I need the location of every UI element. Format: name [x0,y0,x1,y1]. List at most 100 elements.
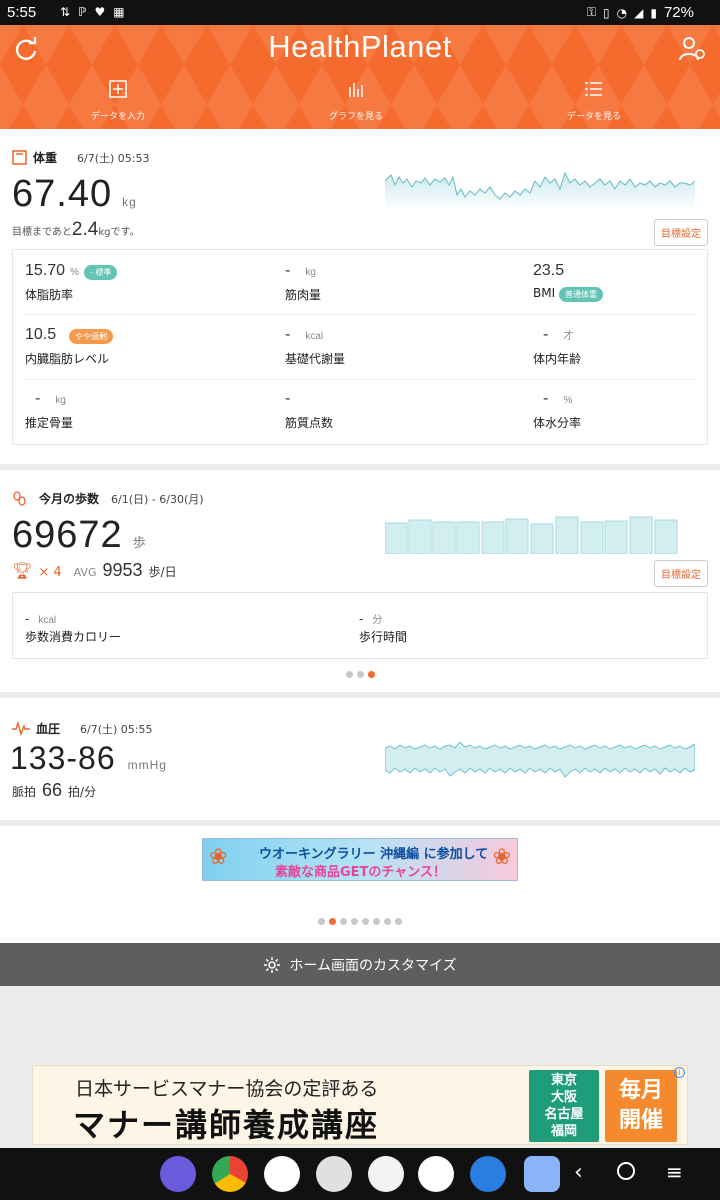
pulse-readout: 脈拍 66 拍/分 [12,780,97,800]
blood-pressure-title: 血圧 [36,722,61,736]
footprint-icon [13,491,26,506]
customize-home-button[interactable]: ホーム画面のカスタマイズ [0,943,720,986]
apps-drawer-icon[interactable] [524,1156,560,1192]
blood-pressure-sparkline[interactable] [385,742,695,782]
pager-dot[interactable] [395,918,402,925]
nav-input-data[interactable]: データを入力 [38,80,198,123]
pager-dot[interactable] [362,918,369,925]
blood-pressure-date: 6/7(土) 05:55 [80,722,153,736]
weight-title: 体重 [33,151,58,165]
body-water-metric[interactable]: -% 体水分率 [533,390,581,431]
pager-dot[interactable] [318,918,325,925]
recents-icon[interactable]: ≡ [666,1160,683,1184]
blood-pressure-value: 133-86 mmHg [10,740,167,776]
pager-dot-active[interactable] [329,918,336,925]
heartbeat-icon [12,721,30,736]
steps-unit: 歩 [132,535,147,550]
weight-card[interactable]: 体重 6/7(土) 05:53 67.40 kg 目標まであと2.4kgです。 目… [0,129,720,464]
nav-graph-label: グラフを見る [328,112,383,122]
chrome-app-icon[interactable] [212,1156,248,1192]
weight-unit: kg [122,195,137,209]
status-bar: 5:55 ⇅ ℙ ♥ ▦ ⚿ ▯ ◔ ◢ ▮ 72% [0,0,720,25]
signal-icon: ◢ [634,5,644,20]
pulse-value: 66 [42,780,63,800]
back-icon[interactable]: ‹ [574,1160,583,1185]
standard-badge: - 標準 [83,265,118,280]
home-icon[interactable] [617,1162,635,1180]
body-fat-metric[interactable]: 15.70% - 標準 体脂肪率 [25,262,118,303]
nav-input-label: データを入力 [90,112,145,122]
clock: 5:55 [7,4,37,21]
bone-mass-metric[interactable]: - kg 推定骨量 [25,390,73,431]
trophy-icon: 🏆︎ [12,561,33,580]
blood-pressure-unit: mmHg [127,758,167,772]
bmi-metric[interactable]: 23.5 BMI 普通体重 [533,262,603,302]
p-icon: ℙ [78,5,87,19]
app-icon: ▦ [113,5,125,19]
ad-info-icon[interactable]: i [674,1067,685,1078]
maps-app-icon[interactable] [418,1156,454,1192]
pager-dot[interactable] [384,918,391,925]
steps-card[interactable]: 今月の歩数 6/1(日) - 6/30(月) 69672 歩 🏆︎ × 4 AVG… [0,470,720,692]
ad-banner[interactable]: 日本サービスマナー協会の定評ある マナー講師養成講座 東京 大阪 名古屋 福岡 … [32,1065,688,1145]
scale-icon [12,150,27,165]
pager-dot[interactable] [373,918,380,925]
pager-dot[interactable] [345,671,353,678]
bar-chart-icon [349,83,363,97]
wifi-icon: ◔ [616,5,628,20]
pager-dot-active[interactable] [367,671,375,678]
bmr-metric[interactable]: - kcal 基礎代謝量 [285,326,345,367]
sync-icon: ⇅ [60,5,71,19]
steps-pager[interactable] [0,671,720,678]
trophy-count: × 4 [38,565,62,580]
key-icon: ⚿ [586,5,597,19]
camera-app-icon[interactable] [316,1156,352,1192]
promo-pager[interactable] [0,918,720,925]
gear-icon [264,956,281,973]
walking-time-metric[interactable]: -分 歩行時間 [359,611,407,645]
steps-title: 今月の歩数 [39,492,100,506]
shisa-right-icon: ❀ [492,845,511,870]
weight-sparkline[interactable] [385,169,695,211]
walking-rally-banner[interactable]: ❀ ウオーキングラリー 沖縄編 に参加して 素敵な商品GETのチャンス！ ❀ [202,838,518,881]
body-composition-grid: 15.70% - 標準 体脂肪率 - kg 筋肉量 23.5 BMI 普通体重 10… [12,249,708,445]
normal-weight-badge: 普通体重 [558,287,603,302]
nav-view-graph[interactable]: グラフを見る [276,80,436,123]
muscle-mass-metric[interactable]: - kg 筋肉量 [285,262,321,303]
weight-goal-button[interactable]: 目標設定 [654,219,708,246]
blood-pressure-card[interactable]: 血圧 6/7(土) 05:55 133-86 mmHg 脈拍 66 拍/分 [0,698,720,820]
walking-calories-metric[interactable]: - kcal 歩数消費カロリー [25,611,121,645]
user-settings-icon[interactable] [678,35,706,63]
system-nav-bar: ‹ ≡ [0,1148,720,1200]
settings-app-icon[interactable] [470,1156,506,1192]
visceral-fat-metric[interactable]: 10.5 やや過剰 内臓脂肪レベル [25,326,114,367]
steps-date-range: 6/1(日) - 6/30(月) [111,492,204,506]
battery-icon: ▮ [650,5,657,20]
pager-dot[interactable] [351,918,358,925]
weight-date: 6/7(土) 05:53 [77,151,150,165]
slightly-excess-badge: やや過剰 [69,329,114,344]
goal-remaining: 目標まであと2.4kgです。 [12,219,140,240]
pager-dot[interactable] [340,918,347,925]
vibrate-icon: ▯ [603,5,610,20]
steps-metrics-grid: - kcal 歩数消費カロリー -分 歩行時間 [12,592,708,659]
pager-dot[interactable] [356,671,364,678]
steps-summary: 🏆︎ × 4 AVG 9953 歩/日 [12,560,177,580]
nav-view-data[interactable]: データを見る [514,80,674,123]
list-icon [585,81,602,97]
messages-app-icon[interactable] [160,1156,196,1192]
app-logo: HealthPlanet [268,29,452,64]
ad-cities-box: 東京 大阪 名古屋 福岡 [529,1070,599,1142]
steps-bar-chart[interactable] [385,514,695,554]
nav-data-label: データを見る [566,112,621,122]
app-header: HealthPlanet データを入力 グラフを見る データを見る [0,25,720,129]
add-icon [109,80,127,98]
assistant-app-icon[interactable] [368,1156,404,1192]
heart-icon: ♥ [94,5,106,19]
steps-value: 69672 歩 [12,514,147,556]
avg-steps: 9953 [102,560,143,580]
body-age-metric[interactable]: -才 体内年齢 [533,326,581,367]
muscle-quality-metric[interactable]: - 筋質点数 [285,390,333,431]
photos-app-icon[interactable] [264,1156,300,1192]
steps-goal-button[interactable]: 目標設定 [654,560,708,587]
